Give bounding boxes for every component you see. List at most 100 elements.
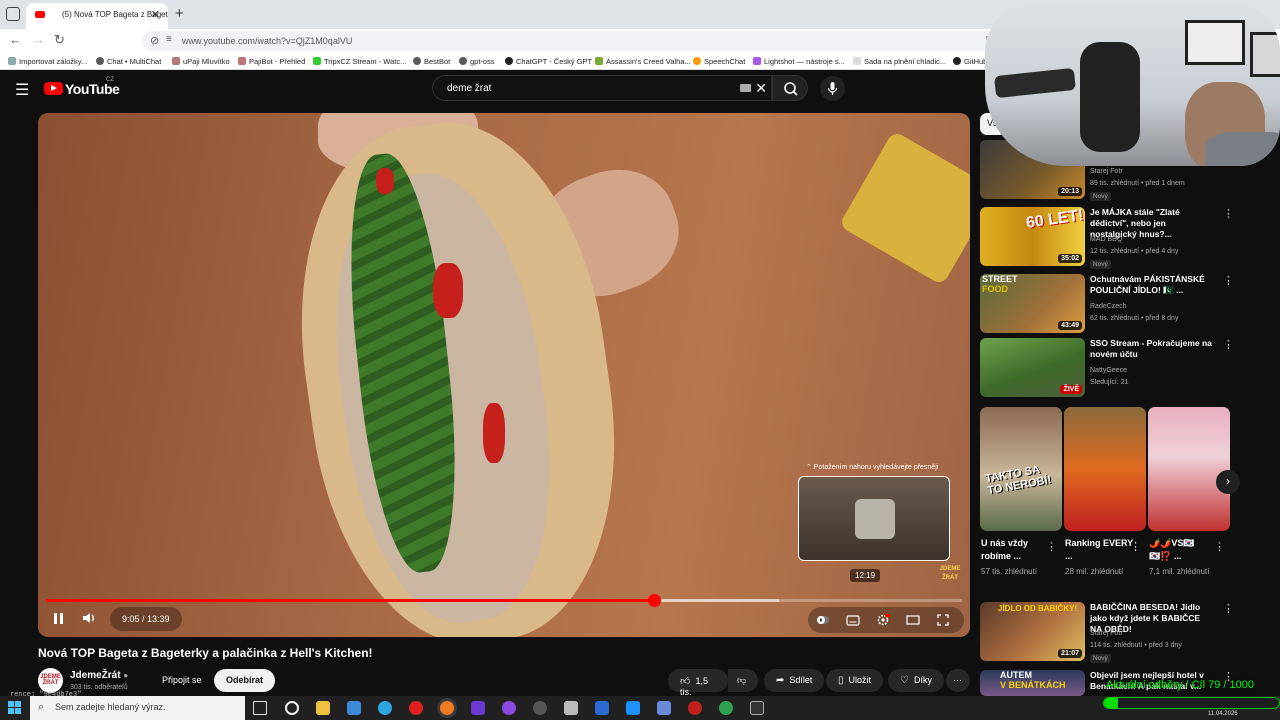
youtube-play-icon bbox=[44, 82, 63, 95]
site-info-icon[interactable]: ⊘ bbox=[150, 34, 159, 47]
app-icon[interactable] bbox=[688, 701, 702, 715]
keyboard-icon[interactable] bbox=[740, 84, 751, 92]
video-title: Nová TOP Bageta z Bageterky a palačinka … bbox=[38, 646, 373, 660]
pause-button[interactable] bbox=[52, 612, 66, 626]
subtitles-icon[interactable] bbox=[846, 613, 860, 627]
app-icon[interactable] bbox=[626, 701, 640, 715]
webcam-monitor bbox=[1185, 20, 1245, 65]
theater-mode-icon[interactable] bbox=[906, 613, 920, 627]
channel-watermark[interactable]: JDEME ŽRÁT bbox=[938, 565, 962, 583]
app-icon[interactable] bbox=[719, 701, 733, 715]
bookmark-item[interactable]: TripxCZ Stream - Watc... bbox=[313, 57, 406, 66]
bookmark-item[interactable]: Importovat záložky... bbox=[8, 57, 87, 66]
more-options-icon[interactable]: ⋮ bbox=[1223, 338, 1234, 351]
voice-search-button[interactable] bbox=[820, 76, 845, 101]
address-bar[interactable]: ⊘ ≡ www.youtube.com/watch?v=QjZ1M0qalVU … bbox=[142, 31, 1004, 51]
channel-avatar[interactable]: JDEME ŽRÁT bbox=[38, 668, 63, 693]
more-actions-button[interactable]: ⋯ bbox=[946, 669, 970, 692]
microphone-icon bbox=[827, 82, 838, 95]
channel-name[interactable]: JdemeŽrát ● bbox=[70, 670, 128, 681]
short-thumbnail[interactable] bbox=[1148, 407, 1230, 531]
volume-button[interactable] bbox=[81, 610, 97, 626]
bookmark-item[interactable]: Lightshot — nástroje s... bbox=[753, 57, 845, 66]
new-tab-icon[interactable]: + bbox=[175, 5, 184, 22]
menu-icon[interactable]: ☰ bbox=[15, 80, 29, 100]
store-icon[interactable] bbox=[347, 701, 361, 715]
youtube-header: ☰ YouTube CZ deme žrat ✕ bbox=[0, 70, 980, 110]
terminal-icon[interactable] bbox=[750, 701, 764, 715]
video-player[interactable]: ⌃ Potažením nahoru vyhledávejte přesněji… bbox=[38, 113, 970, 637]
bookmark-item[interactable]: Chat • MultiChat bbox=[96, 57, 161, 66]
bookmark-icon: ▯ bbox=[838, 675, 844, 686]
like-button[interactable]: 👍︎ 1,5 tis. bbox=[668, 669, 728, 697]
more-options-icon[interactable]: ⋮ bbox=[1223, 274, 1234, 287]
join-button[interactable]: Připojit se bbox=[150, 669, 214, 692]
bookmark-item[interactable]: BestBot bbox=[413, 57, 450, 66]
taskbar-search-input[interactable]: ⌕ Sem zadejte hledaný výraz. bbox=[30, 696, 245, 720]
new-badge: Nový bbox=[1090, 192, 1111, 201]
subscriber-count: 303 tis. odběratelů bbox=[70, 684, 128, 691]
webcam-microphone bbox=[994, 67, 1076, 99]
edge-icon[interactable] bbox=[378, 701, 392, 715]
seek-hint: ⌃ Potažením nahoru vyhledávejte přesněji bbox=[806, 464, 939, 471]
short-thumbnail[interactable] bbox=[1064, 407, 1146, 531]
task-view-icon[interactable] bbox=[253, 701, 267, 715]
scrubber-handle[interactable] bbox=[648, 594, 662, 607]
file-explorer-icon[interactable] bbox=[316, 701, 330, 715]
short-title: U nás vždy robíme ... bbox=[981, 538, 1029, 561]
bookmark-item[interactable]: uPaji Mluvítko bbox=[172, 57, 230, 66]
app-icon[interactable] bbox=[595, 701, 609, 715]
bookmark-item[interactable]: PajiBot - Přehled bbox=[238, 57, 305, 66]
reload-icon[interactable]: ↻ bbox=[54, 32, 65, 48]
webcam-monitor bbox=[1250, 32, 1280, 77]
seek-preview-time: 12:19 bbox=[850, 569, 881, 582]
chevron-right-icon[interactable]: › bbox=[1216, 470, 1240, 494]
video-frame-pepper bbox=[433, 263, 463, 318]
bookmark-item[interactable]: ChatGPT - Český GPT bbox=[505, 57, 592, 66]
search-button[interactable] bbox=[772, 75, 808, 101]
more-options-icon[interactable]: ⋮ bbox=[1223, 207, 1234, 220]
clear-search-icon[interactable]: ✕ bbox=[755, 80, 767, 97]
dislike-button[interactable]: 👎︎ bbox=[728, 669, 758, 692]
player-right-controls bbox=[808, 607, 964, 633]
settings-gear-icon[interactable] bbox=[876, 613, 890, 627]
subscriber-goal-text: Aktuální odběry / Cíl 79 / 1000 bbox=[1106, 679, 1254, 691]
time-display: 9:05 / 13:39 bbox=[110, 607, 182, 631]
short-thumbnail[interactable]: TAKTO SA TO NEROBÍ! bbox=[980, 407, 1062, 531]
close-tab-icon[interactable]: ✕ bbox=[151, 8, 160, 21]
bookmark-item[interactable]: GitHub bbox=[953, 57, 987, 66]
bookmark-item[interactable]: Assassin's Creed Valha... bbox=[595, 57, 691, 66]
progress-bar[interactable] bbox=[46, 594, 962, 607]
subscribe-button[interactable]: Odebírat bbox=[214, 669, 276, 692]
firefox-icon[interactable] bbox=[440, 701, 454, 715]
obs-icon[interactable] bbox=[533, 701, 547, 715]
fullscreen-icon[interactable] bbox=[936, 613, 950, 627]
autoplay-toggle-icon[interactable] bbox=[816, 613, 830, 627]
more-options-icon[interactable]: ⋮ bbox=[1046, 540, 1057, 553]
more-options-icon[interactable]: ⋮ bbox=[1130, 540, 1141, 553]
windows-start-icon[interactable] bbox=[8, 701, 21, 714]
more-options-icon[interactable]: ⋮ bbox=[1223, 602, 1234, 615]
app-icon[interactable] bbox=[471, 701, 485, 715]
bookmark-item[interactable]: SpeechChat bbox=[693, 57, 745, 66]
save-button[interactable]: ▯ Uložit bbox=[826, 669, 884, 692]
forward-icon[interactable]: → bbox=[32, 32, 45, 47]
app-icon[interactable] bbox=[657, 701, 671, 715]
bookmark-item[interactable]: gpt-oss bbox=[459, 57, 495, 66]
tune-icon[interactable]: ≡ bbox=[166, 34, 172, 45]
share-button[interactable]: ➦ Sdílet bbox=[764, 669, 825, 692]
app-icon[interactable] bbox=[564, 701, 578, 715]
new-badge: Nový bbox=[1090, 260, 1111, 269]
search-input[interactable]: deme žrat ✕ bbox=[432, 75, 772, 101]
taskbar-date: 11.04.2026 bbox=[1208, 711, 1238, 717]
bookmark-item[interactable]: Sada na plnění chladic... bbox=[853, 57, 946, 66]
app-icon[interactable] bbox=[502, 701, 516, 715]
back-icon[interactable]: ← bbox=[9, 32, 22, 47]
more-options-icon[interactable]: ⋮ bbox=[1214, 540, 1225, 553]
thanks-button[interactable]: ♡ Díky bbox=[888, 669, 944, 692]
tab-actions-icon[interactable] bbox=[6, 7, 20, 21]
app-icon-chatgpt[interactable] bbox=[285, 701, 299, 715]
video-frame-cloth bbox=[838, 130, 970, 286]
opera-icon[interactable] bbox=[409, 701, 423, 715]
browser-tab[interactable]: (5) Nová TOP Bageta z Bageterky a palači… bbox=[26, 3, 168, 29]
